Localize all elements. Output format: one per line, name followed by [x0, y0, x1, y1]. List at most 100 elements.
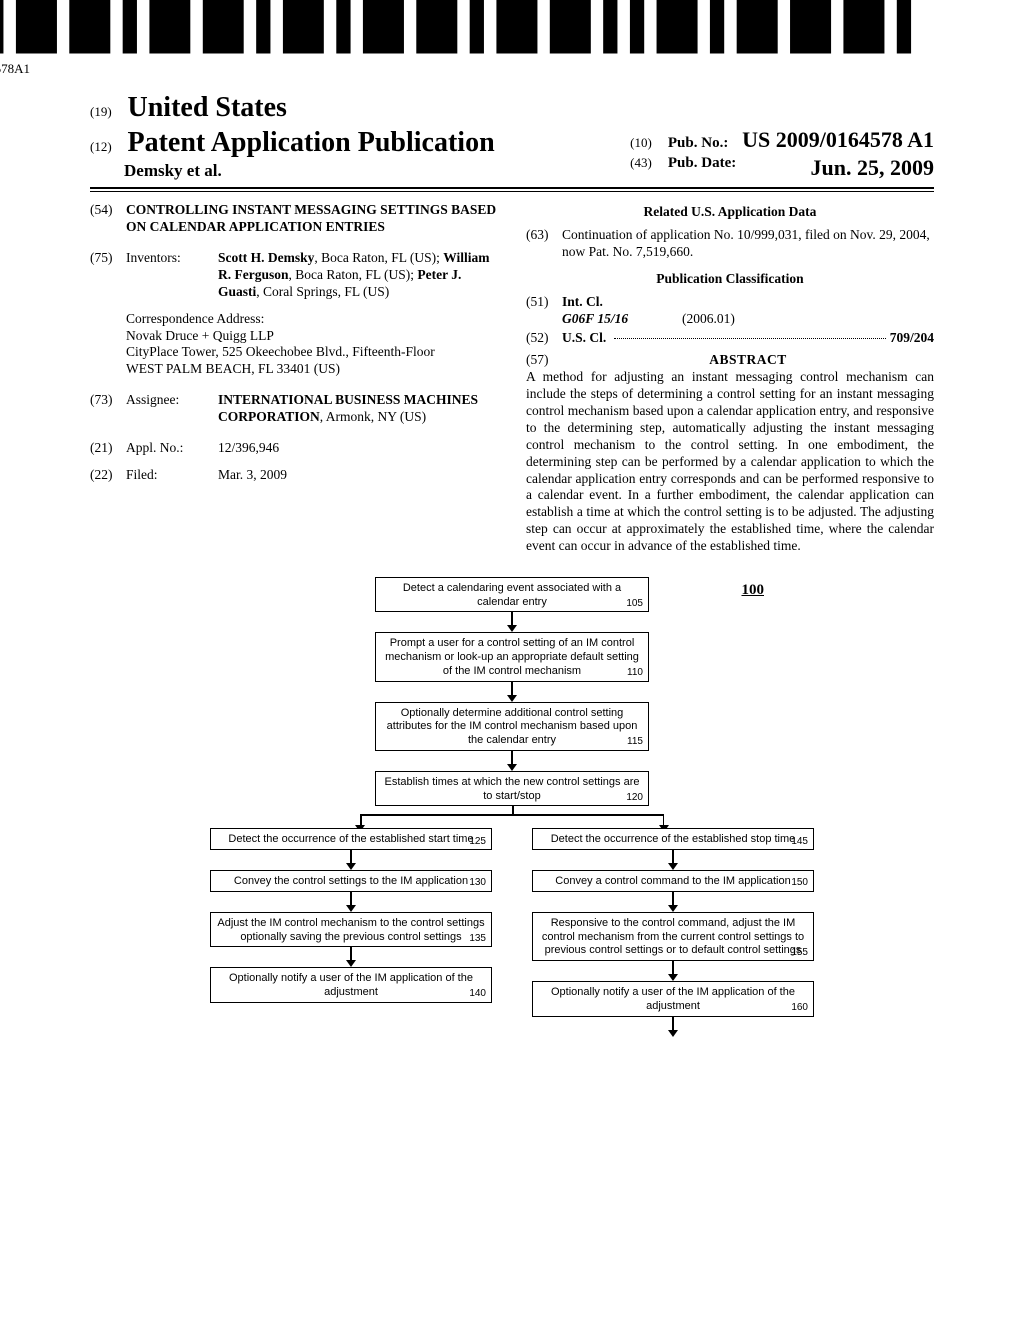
filed-label: Filed:	[126, 467, 218, 484]
authors-short: Demsky et al.	[124, 160, 495, 181]
uscl-label: U.S. Cl.	[562, 330, 606, 347]
arrow-down-icon	[668, 1030, 678, 1037]
divider	[90, 191, 934, 192]
flow-num: 135	[469, 933, 486, 946]
field-75-inventors: (75) Inventors: Scott H. Demsky, Boca Ra…	[90, 250, 498, 301]
flow-num: 155	[791, 947, 808, 960]
inventors-value: Scott H. Demsky, Boca Raton, FL (US); Wi…	[218, 250, 498, 301]
intcl-label: Int. Cl.	[562, 294, 626, 311]
country: United States	[128, 92, 287, 123]
assignee-label: Assignee:	[126, 392, 218, 426]
pubdate: Jun. 25, 2009	[811, 154, 934, 182]
flow-num: 150	[791, 877, 808, 890]
filed-value: Mar. 3, 2009	[218, 467, 498, 484]
flow-text: Optionally determine additional control …	[387, 707, 638, 747]
flow-box-145: Detect the occurrence of the established…	[532, 828, 814, 850]
pubdate-label: Pub. Date:	[668, 155, 736, 171]
flow-box-120: Establish times at which the new control…	[375, 771, 649, 807]
inid-52: (52)	[526, 330, 562, 347]
field-52-uscl: (52) U.S. Cl. 709/204	[526, 330, 934, 347]
arrow-down-icon	[346, 960, 356, 967]
patent-front-page: ▌▌█▌▌▌█▌▌▌█▌▌█▌█▌▌█▌▌█▌▌█▌█▌▌█▌▌█▌▌█▌█▌█…	[0, 0, 1024, 1320]
field-51-intcl: (51) Int. Cl.	[526, 294, 934, 311]
flow-num: 110	[627, 667, 643, 680]
doc-kind: Patent Application Publication	[128, 127, 495, 158]
continuation-text: Continuation of application No. 10/999,0…	[562, 227, 934, 261]
flow-text: Detect a calendaring event associated wi…	[403, 582, 621, 608]
invention-title: CONTROLLING INSTANT MESSAGING SETTINGS B…	[126, 202, 498, 236]
barcode-text: US 20090164578A1	[0, 61, 924, 77]
flow-box-135: Adjust the IM control mechanism to the c…	[210, 912, 492, 948]
flow-box-115: Optionally determine additional control …	[375, 702, 649, 751]
inid-10: (10)	[630, 135, 664, 151]
inid-57: (57)	[526, 352, 562, 369]
flow-num: 105	[626, 598, 643, 611]
branch-connector	[360, 814, 664, 816]
flow-right-branch: Detect the occurrence of the established…	[532, 828, 814, 1036]
inid-22: (22)	[90, 467, 126, 484]
flow-num: 125	[469, 836, 486, 849]
flow-box-140: Optionally notify a user of the IM appli…	[210, 967, 492, 1003]
right-column: Related U.S. Application Data (63) Conti…	[526, 202, 934, 555]
flow-num: 115	[627, 736, 643, 749]
flow-text: Optionally notify a user of the IM appli…	[229, 972, 473, 998]
inid-54: (54)	[90, 202, 126, 236]
flow-num: 160	[791, 1002, 808, 1015]
flow-box-125: Detect the occurrence of the established…	[210, 828, 492, 850]
flow-text: Convey a control command to the IM appli…	[555, 875, 790, 887]
flow-box-110: Prompt a user for a control setting of a…	[375, 632, 649, 681]
figure-ref: 100	[742, 581, 765, 600]
flow-text: Adjust the IM control mechanism to the c…	[217, 917, 484, 943]
inid-63: (63)	[526, 227, 562, 261]
flow-num: 140	[469, 988, 486, 1001]
corr-label: Correspondence Address:	[126, 311, 498, 328]
arrow-down-icon	[668, 905, 678, 912]
inid-21: (21)	[90, 440, 126, 457]
left-column: (54) CONTROLLING INSTANT MESSAGING SETTI…	[90, 202, 498, 555]
assignee-value: INTERNATIONAL BUSINESS MACHINES CORPORAT…	[218, 392, 498, 426]
applno-value: 12/396,946	[218, 440, 498, 457]
divider	[90, 187, 934, 189]
flow-text: Establish times at which the new control…	[385, 776, 640, 802]
abstract-label: ABSTRACT	[562, 352, 934, 369]
field-63-continuation: (63) Continuation of application No. 10/…	[526, 227, 934, 261]
field-21-applno: (21) Appl. No.: 12/396,946	[90, 440, 498, 457]
flow-num: 145	[791, 836, 808, 849]
correspondence-address: Correspondence Address: Novak Druce + Qu…	[126, 311, 498, 379]
intcl-main: G06F 15/16	[562, 311, 682, 328]
bibliographic-data: (54) CONTROLLING INSTANT MESSAGING SETTI…	[90, 202, 934, 555]
flow-box-155: Responsive to the control command, adjus…	[532, 912, 814, 961]
related-us-heading: Related U.S. Application Data	[526, 204, 934, 221]
leader-dots	[614, 338, 885, 339]
field-54-title: (54) CONTROLLING INSTANT MESSAGING SETTI…	[90, 202, 498, 236]
inventors-label: Inventors:	[126, 250, 218, 301]
flow-text: Responsive to the control command, adjus…	[542, 917, 804, 957]
flow-num: 120	[626, 792, 643, 805]
arrow-down-icon	[507, 695, 517, 702]
field-73-assignee: (73) Assignee: INTERNATIONAL BUSINESS MA…	[90, 392, 498, 426]
arrow-down-icon	[668, 863, 678, 870]
inid-75: (75)	[90, 250, 126, 301]
field-57-abstract-head: (57) ABSTRACT	[526, 352, 934, 369]
assignee-loc: , Armonk, NY (US)	[320, 409, 426, 424]
arrow-down-icon	[668, 974, 678, 981]
header: (19) United States (12) Patent Applicati…	[90, 90, 934, 192]
arrow-down-icon	[507, 764, 517, 771]
intcl-year: (2006.01)	[682, 311, 792, 328]
flow-text: Detect the occurrence of the established…	[551, 833, 796, 845]
arrow-down-icon	[346, 905, 356, 912]
field-22-filed: (22) Filed: Mar. 3, 2009	[90, 467, 498, 484]
inid-51: (51)	[526, 294, 562, 311]
inid-19: (19)	[90, 104, 124, 120]
arrow-down-icon	[346, 863, 356, 870]
inid-43: (43)	[630, 155, 664, 171]
pubno-label: Pub. No.:	[668, 135, 728, 151]
inid-73: (73)	[90, 392, 126, 426]
flow-text: Convey the control settings to the IM ap…	[234, 875, 468, 887]
flow-box-160: Optionally notify a user of the IM appli…	[532, 981, 814, 1017]
flow-box-130: Convey the control settings to the IM ap…	[210, 870, 492, 892]
barcode-block: ▌▌█▌▌▌█▌▌▌█▌▌█▌█▌▌█▌▌█▌▌█▌█▌▌█▌▌█▌▌█▌█▌█…	[0, 18, 924, 78]
pub-classification-heading: Publication Classification	[526, 271, 934, 288]
uscl-value: 709/204	[890, 330, 934, 347]
flow-box-105: Detect a calendaring event associated wi…	[375, 577, 649, 613]
